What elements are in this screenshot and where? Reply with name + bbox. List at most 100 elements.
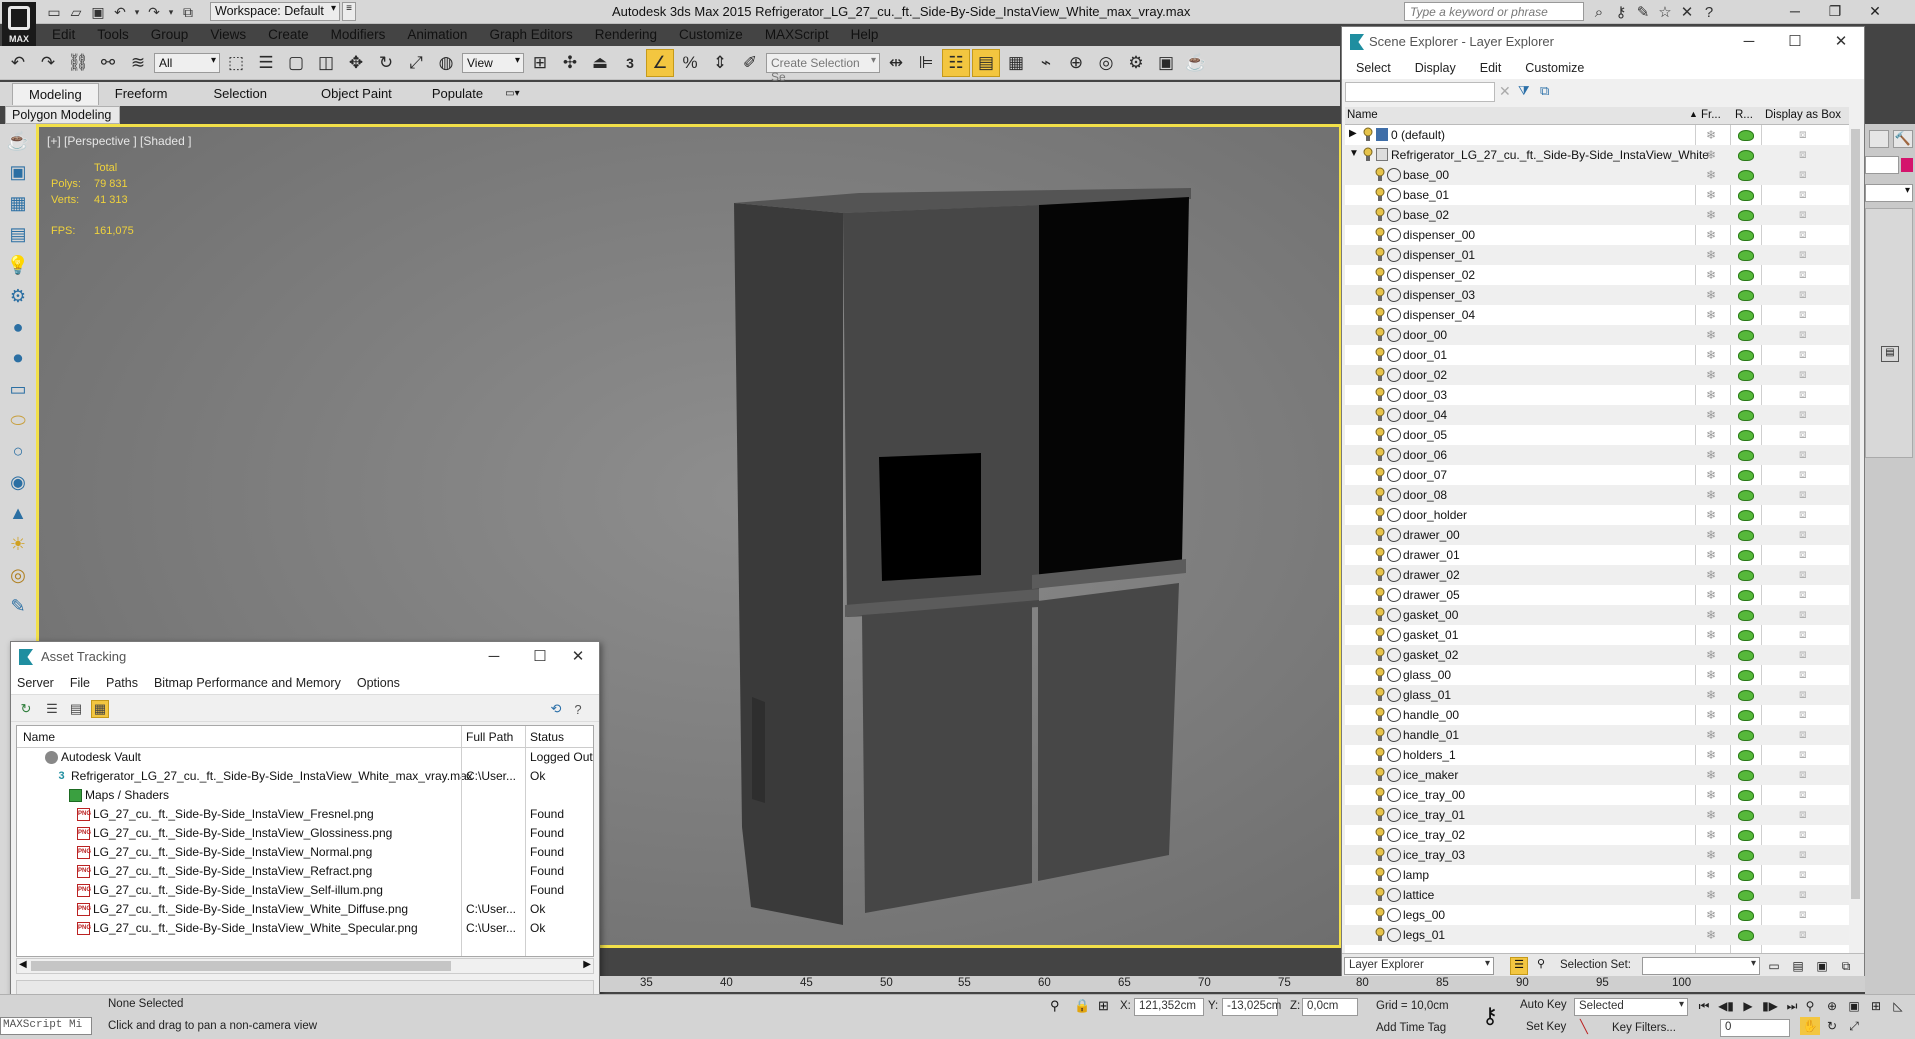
freeze-icon[interactable]: ❄ bbox=[1706, 689, 1718, 701]
percent-snap-icon[interactable]: % bbox=[676, 49, 704, 77]
chevron-down-icon[interactable]: ▼ bbox=[1349, 148, 1359, 159]
display-box-icon[interactable]: ⧈ bbox=[1799, 828, 1812, 841]
lightbulb-icon[interactable] bbox=[1375, 367, 1385, 382]
freeze-icon[interactable]: ❄ bbox=[1706, 249, 1718, 261]
add-time-tag-button[interactable]: Add Time Tag bbox=[1376, 1022, 1446, 1034]
light-icon[interactable]: 💡 bbox=[3, 251, 33, 279]
render-setup-icon[interactable]: ⚙ bbox=[1122, 49, 1150, 77]
object-row[interactable]: holders_1 ❄ ⧈ bbox=[1345, 745, 1850, 765]
object-row[interactable]: door_04 ❄ ⧈ bbox=[1345, 405, 1850, 425]
display-box-icon[interactable]: ⧈ bbox=[1799, 368, 1812, 381]
object-row[interactable]: legs_01 ❄ ⧈ bbox=[1345, 925, 1850, 945]
asset-row[interactable]: PNG LG_27_cu._ft._Side-By-Side_InstaView_… bbox=[17, 919, 593, 938]
object-row[interactable]: dispenser_03 ❄ ⧈ bbox=[1345, 285, 1850, 305]
menu-animation[interactable]: Animation bbox=[395, 24, 477, 46]
lightbulb-icon[interactable] bbox=[1375, 287, 1385, 302]
display-box-icon[interactable]: ⧈ bbox=[1799, 688, 1812, 701]
lightbulb-icon[interactable] bbox=[1375, 527, 1385, 542]
graphite-toolbar-icon[interactable]: ▦ bbox=[1002, 49, 1030, 77]
absolute-mode-icon[interactable]: ⊞ bbox=[1098, 998, 1109, 1014]
menu-maxscript[interactable]: MAXScript bbox=[753, 24, 839, 46]
display-box-icon[interactable]: ⧈ bbox=[1799, 668, 1812, 681]
teapot-icon[interactable] bbox=[1738, 470, 1754, 481]
layer-options-icon[interactable]: ⧉ bbox=[1540, 83, 1549, 99]
object-row[interactable]: gasket_01 ❄ ⧈ bbox=[1345, 625, 1850, 645]
teapot-icon[interactable] bbox=[1738, 270, 1754, 281]
teapot-icon[interactable] bbox=[1738, 150, 1754, 161]
lightbulb-icon[interactable] bbox=[1375, 587, 1385, 602]
object-row[interactable]: dispenser_02 ❄ ⧈ bbox=[1345, 265, 1850, 285]
redo-icon[interactable]: ↷ bbox=[34, 49, 62, 77]
asset-row[interactable]: PNG LG_27_cu._ft._Side-By-Side_InstaView_… bbox=[17, 824, 593, 843]
unlink-icon[interactable]: ⚯ bbox=[94, 49, 122, 77]
lightbulb-icon[interactable] bbox=[1375, 747, 1385, 762]
minimize-button[interactable]: ─ bbox=[1775, 0, 1815, 22]
object-row[interactable]: door_01 ❄ ⧈ bbox=[1345, 345, 1850, 365]
angle-snap-icon[interactable]: ∠ bbox=[646, 48, 674, 77]
teapot-icon[interactable] bbox=[1738, 550, 1754, 561]
menu-server[interactable]: Server bbox=[17, 672, 54, 694]
workspace-dropdown[interactable]: Workspace: Default ▾ bbox=[210, 2, 340, 21]
freeze-icon[interactable]: ❄ bbox=[1706, 649, 1718, 661]
menu-modifiers[interactable]: Modifiers bbox=[319, 24, 396, 46]
lightbulb-icon[interactable] bbox=[1375, 867, 1385, 882]
go-to-end-icon[interactable]: ⏭ bbox=[1782, 997, 1802, 1015]
freeze-icon[interactable]: ❄ bbox=[1706, 909, 1718, 921]
freeze-icon[interactable]: ❄ bbox=[1706, 289, 1718, 301]
asset-row[interactable]: Maps / Shaders bbox=[17, 786, 593, 805]
go-to-start-icon[interactable]: ⏮ bbox=[1694, 997, 1714, 1015]
object-row[interactable]: door_00 ❄ ⧈ bbox=[1345, 325, 1850, 345]
freeze-icon[interactable]: ❄ bbox=[1706, 889, 1718, 901]
zoom-icon[interactable]: ⚲ bbox=[1800, 997, 1820, 1015]
teapot-icon[interactable] bbox=[1738, 210, 1754, 221]
display-box-icon[interactable]: ⧈ bbox=[1799, 808, 1812, 821]
find-input[interactable] bbox=[1345, 82, 1495, 102]
key-mode-dropdown[interactable]: Selected ▾ bbox=[1574, 998, 1688, 1016]
polygon-modeling-panel[interactable]: Polygon Modeling bbox=[5, 106, 120, 124]
display-box-icon[interactable]: ⧈ bbox=[1799, 228, 1812, 241]
teapot-icon[interactable] bbox=[1738, 650, 1754, 661]
x-icon[interactable]: ✕ bbox=[1676, 2, 1698, 22]
wrench-icon[interactable]: ✎ bbox=[1632, 2, 1654, 22]
freeze-icon[interactable]: ❄ bbox=[1706, 769, 1718, 781]
display-box-icon[interactable]: ⧈ bbox=[1799, 588, 1812, 601]
object-row[interactable]: door_06 ❄ ⧈ bbox=[1345, 445, 1850, 465]
add-to-set-icon[interactable]: ▣ bbox=[1812, 957, 1832, 975]
teapot-icon[interactable] bbox=[1738, 310, 1754, 321]
display-box-icon[interactable]: ⧈ bbox=[1799, 548, 1812, 561]
spinner-snap-icon[interactable]: ⇕ bbox=[706, 49, 734, 77]
teapot-icon[interactable] bbox=[1738, 730, 1754, 741]
curve-editor-icon[interactable]: ⌁ bbox=[1032, 49, 1060, 77]
display-box-icon[interactable]: ⧈ bbox=[1799, 408, 1812, 421]
lightbulb-icon[interactable] bbox=[1375, 887, 1385, 902]
lightbulb-icon[interactable] bbox=[1375, 167, 1385, 182]
lightbulb-icon[interactable] bbox=[1375, 307, 1385, 322]
freeze-icon[interactable]: ❄ bbox=[1706, 149, 1718, 161]
freeze-icon[interactable]: ❄ bbox=[1706, 169, 1718, 181]
script-icon[interactable]: ✎ bbox=[3, 592, 33, 620]
ring-icon[interactable]: ○ bbox=[3, 437, 33, 465]
menu-create[interactable]: Create bbox=[256, 24, 319, 46]
window-crossing-icon[interactable]: ◫ bbox=[312, 49, 340, 77]
display-box-icon[interactable]: ⧈ bbox=[1799, 428, 1812, 441]
minimize-button[interactable]: ─ bbox=[471, 642, 517, 672]
plane-icon[interactable]: ▭ bbox=[3, 375, 33, 403]
teapot-icon[interactable] bbox=[1738, 510, 1754, 521]
menu-edit[interactable]: Edit bbox=[1480, 57, 1502, 79]
help-icon[interactable]: ? bbox=[569, 700, 587, 718]
freeze-icon[interactable]: ❄ bbox=[1706, 409, 1718, 421]
lock-icon[interactable]: 🔒 bbox=[1074, 998, 1090, 1014]
column-renderable[interactable]: R... bbox=[1735, 109, 1753, 121]
table-view-icon[interactable]: ▦ bbox=[91, 700, 109, 718]
column-name[interactable]: Name bbox=[1347, 109, 1378, 121]
freeze-icon[interactable]: ❄ bbox=[1706, 229, 1718, 241]
redo-icon[interactable]: ↷ bbox=[144, 2, 164, 22]
lightbulb-icon[interactable] bbox=[1375, 347, 1385, 362]
object-row[interactable]: door_02 ❄ ⧈ bbox=[1345, 365, 1850, 385]
select-manipulate-icon[interactable]: ✣ bbox=[556, 49, 584, 77]
close-button[interactable]: ✕ bbox=[1818, 27, 1864, 57]
display-box-icon[interactable]: ⧈ bbox=[1799, 868, 1812, 881]
schematic-view-icon[interactable]: ⊕ bbox=[1062, 49, 1090, 77]
toggle-scene-explorer-icon[interactable]: ☷ bbox=[942, 48, 970, 77]
close-button[interactable]: ✕ bbox=[555, 642, 601, 672]
